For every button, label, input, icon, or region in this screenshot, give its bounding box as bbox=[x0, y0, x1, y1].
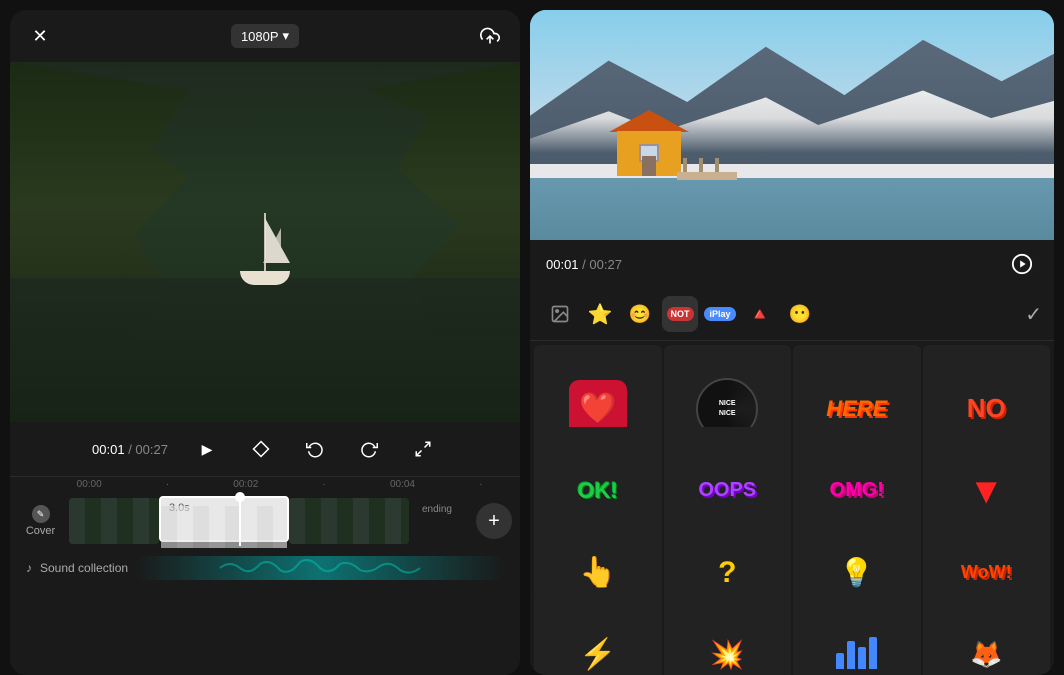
emoji-tool-button[interactable]: 😊 bbox=[622, 296, 658, 332]
video-controls: 00:01 / 00:27 ▶ bbox=[10, 422, 520, 476]
time-total: 00:27 bbox=[135, 442, 168, 457]
cover-track-info: ✎ Cover bbox=[18, 505, 63, 537]
star-tool-button[interactable]: ⭐ bbox=[582, 296, 618, 332]
face-tool-button[interactable]: 😶 bbox=[782, 296, 818, 332]
water-reflection bbox=[10, 278, 520, 422]
time-display: 00:01 / 00:27 bbox=[92, 442, 168, 457]
edit-icon[interactable]: ✎ bbox=[32, 505, 50, 523]
redo-button[interactable] bbox=[354, 434, 384, 464]
undo-button[interactable] bbox=[300, 434, 330, 464]
keyframe-button[interactable] bbox=[246, 434, 276, 464]
clip-center[interactable]: 3.0s bbox=[159, 496, 289, 542]
sailboat bbox=[235, 205, 295, 285]
music-icon: ♪ bbox=[26, 561, 32, 575]
house-roof bbox=[609, 110, 689, 132]
right-panel: 00:01 / 00:27 ⭐ 😊 bbox=[530, 10, 1054, 675]
cone-tool-button[interactable]: 🔺 bbox=[742, 296, 778, 332]
ruler-mark-5: · bbox=[442, 479, 520, 490]
left-panel: ✕ 1080P ▾ bbox=[10, 10, 520, 675]
sticker-lightning[interactable]: ⚡ bbox=[534, 591, 662, 675]
sticker-grid: ❤️ NICENICE HERE NO OK! OOPS bbox=[530, 341, 1054, 675]
iplay-label: iPlay bbox=[704, 307, 735, 321]
not-tool-button[interactable]: NOT bbox=[662, 296, 698, 332]
ruler-mark-1: · bbox=[128, 479, 206, 490]
timeline-ruler: 00:00 · 00:02 · 00:04 · bbox=[10, 476, 520, 492]
time-current: 00:01 bbox=[92, 442, 125, 457]
sound-waveform bbox=[136, 556, 504, 580]
boat-hull bbox=[240, 271, 290, 285]
upload-button[interactable] bbox=[476, 22, 504, 50]
ruler-mark-3: · bbox=[285, 479, 363, 490]
sound-collection[interactable]: ♪ Sound collection bbox=[10, 550, 520, 588]
right-play-button[interactable] bbox=[1006, 248, 1038, 280]
sticker-bar-chart[interactable] bbox=[793, 591, 921, 675]
clip-left[interactable] bbox=[69, 498, 159, 544]
sticker-explosion[interactable]: 💥 bbox=[664, 591, 792, 675]
chevron-down-icon: ▾ bbox=[283, 28, 290, 44]
ruler-mark-2: 00:02 bbox=[207, 479, 285, 490]
cover-label: Cover bbox=[26, 525, 55, 537]
playhead[interactable] bbox=[239, 496, 241, 546]
ruler-mark-4: 00:04 bbox=[363, 479, 441, 490]
resolution-selector[interactable]: 1080P ▾ bbox=[231, 24, 299, 48]
sailboat-scene bbox=[10, 62, 520, 422]
not-label: NOT bbox=[667, 307, 694, 321]
iplay-tool-button[interactable]: iPlay bbox=[702, 296, 738, 332]
app-container: ✕ 1080P ▾ bbox=[0, 0, 1064, 665]
video-header: ✕ 1080P ▾ bbox=[10, 10, 520, 62]
clip-right[interactable] bbox=[289, 498, 409, 544]
timeline-tracks: ✎ Cover 3.0s bbox=[10, 492, 520, 550]
close-button[interactable]: ✕ bbox=[26, 22, 54, 50]
mountain-scene bbox=[530, 10, 1054, 240]
right-video-controls: 00:01 / 00:27 bbox=[530, 240, 1054, 288]
confirm-button[interactable]: ✓ bbox=[1025, 302, 1042, 327]
sound-collection-label: Sound collection bbox=[40, 561, 128, 575]
dock-planks bbox=[677, 172, 737, 180]
boat-sail-right bbox=[263, 228, 281, 263]
video-preview bbox=[10, 62, 520, 422]
right-time-display: 00:01 / 00:27 bbox=[546, 257, 622, 272]
house-body bbox=[617, 131, 681, 176]
track-area[interactable]: 3.0s bbox=[69, 496, 470, 546]
fullscreen-button[interactable] bbox=[408, 434, 438, 464]
ruler-mark-0: 00:00 bbox=[50, 479, 128, 490]
add-track-button[interactable]: + bbox=[476, 503, 512, 539]
dock bbox=[677, 150, 737, 180]
house-door bbox=[642, 156, 656, 176]
ending-label: ending bbox=[422, 504, 452, 515]
image-tool-button[interactable] bbox=[542, 296, 578, 332]
water-foreground bbox=[530, 171, 1054, 240]
resolution-label: 1080P bbox=[241, 29, 279, 44]
play-button[interactable]: ▶ bbox=[192, 434, 222, 464]
sticker-toolbar: ⭐ 😊 NOT iPlay 🔺 😶 ✓ bbox=[530, 288, 1054, 341]
right-time-current: 00:01 bbox=[546, 257, 579, 272]
sticker-fox[interactable]: 🦊 bbox=[923, 591, 1051, 675]
right-video-preview bbox=[530, 10, 1054, 240]
right-time-total: 00:27 bbox=[589, 257, 622, 272]
